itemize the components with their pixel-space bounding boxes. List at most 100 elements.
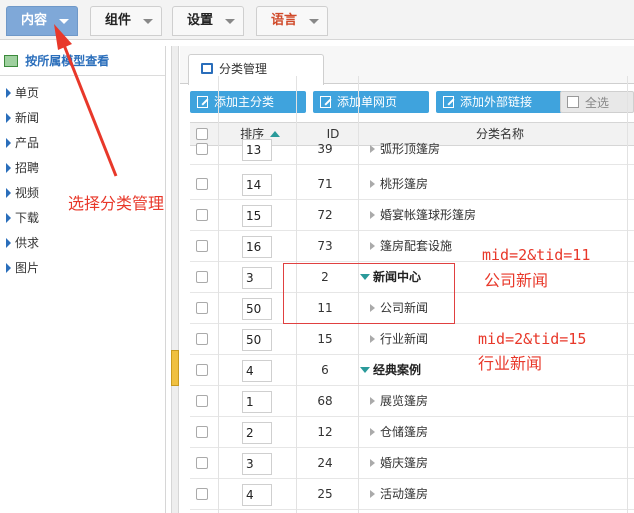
table-row[interactable]: 15 72 婚宴帐篷球形篷房 [190,200,634,231]
order-input[interactable]: 13 [242,139,272,161]
category-name-cell[interactable]: 活动篷房 [370,479,428,509]
category-name: 展览篷房 [380,394,429,408]
chevron-down-icon [309,19,319,24]
panel-splitter[interactable] [171,46,179,513]
sidebar-item-label: 下载 [15,211,40,225]
nav-tab-components[interactable]: 组件 [90,6,162,36]
row-checkbox[interactable] [196,457,208,469]
row-checkbox[interactable] [196,364,208,376]
sidebar-item-download[interactable]: 下载 [6,209,39,227]
sidebar-header[interactable]: 按所属模型查看 [0,46,165,76]
sidebar: 按所属模型查看 单页 新闻 产品 招聘 视频 下载 供求 图片 [0,46,166,513]
column-divider [218,76,219,513]
splitter-handle[interactable] [171,350,179,386]
category-name: 活动篷房 [380,487,429,501]
order-input[interactable]: 14 [242,174,272,196]
row-checkbox[interactable] [196,395,208,407]
checkbox-icon [567,96,579,108]
select-all-button[interactable]: 全选 [560,91,634,113]
order-input[interactable]: 16 [242,236,272,258]
tree-icon [4,54,18,67]
order-input[interactable]: 4 [242,360,272,382]
sidebar-item-jobs[interactable]: 招聘 [6,159,39,177]
row-checkbox[interactable] [196,209,208,221]
chevron-down-icon [225,19,235,24]
category-name-cell[interactable]: 婚庆篷房 [370,448,428,478]
table-row[interactable]: 4 6 经典案例 [190,355,634,386]
category-name-cell[interactable]: 桃形篷房 [370,169,428,199]
table-row[interactable]: 2 12 仓储篷房 [190,417,634,448]
table-row[interactable]: 4 25 活动篷房 [190,479,634,510]
triangle-right-icon [370,145,375,153]
row-checkbox[interactable] [196,271,208,283]
category-name-cell[interactable]: 篷房配套设施 [370,231,452,261]
row-checkbox[interactable] [196,178,208,190]
id-cell: 73 [317,239,333,253]
category-name-cell[interactable]: 弧形顶篷房 [370,134,440,164]
category-name-cell[interactable]: 婚宴帐篷球形篷房 [370,200,476,230]
order-input[interactable]: 4 [242,484,272,506]
edit-icon [443,96,454,108]
table-row[interactable]: 1 68 展览篷房 [190,386,634,417]
tab-strip: 分类管理 [180,46,634,85]
nav-tab-language[interactable]: 语言 [256,6,328,36]
triangle-right-icon [370,211,375,219]
table-row[interactable]: 3 24 婚庆篷房 [190,448,634,479]
sidebar-item-supply[interactable]: 供求 [6,234,39,252]
nav-tab-label: 设置 [187,13,214,28]
category-name-cell[interactable]: 展览篷房 [370,386,428,416]
row-checkbox[interactable] [196,240,208,252]
order-input[interactable]: 50 [242,329,272,351]
button-label: 全选 [585,96,610,110]
top-nav-bar: 内容 组件 设置 语言 [0,0,634,40]
annotation-code-2: mid=2&tid=15 [478,330,587,348]
nav-tab-settings[interactable]: 设置 [172,6,244,36]
category-name: 婚宴帐篷球形篷房 [380,208,477,222]
order-input[interactable]: 15 [242,205,272,227]
category-name-cell[interactable]: 行业新闻 [370,324,428,354]
row-checkbox[interactable] [196,302,208,314]
tab-category-management[interactable]: 分类管理 [188,54,324,85]
sidebar-item-video[interactable]: 视频 [6,184,39,202]
sidebar-item-label: 图片 [15,261,40,275]
triangle-right-icon [370,459,375,467]
id-cell: 39 [317,142,333,156]
sidebar-item-products[interactable]: 产品 [6,134,39,152]
triangle-right-icon [370,397,375,405]
order-input[interactable]: 1 [242,391,272,413]
order-input[interactable]: 3 [242,267,272,289]
table-row[interactable]: 14 71 桃形篷房 [190,169,634,200]
add-external-link-button[interactable]: 添加外部链接 [436,91,562,113]
order-input[interactable]: 50 [242,298,272,320]
sidebar-item-label: 新闻 [15,111,40,125]
column-divider [627,76,628,513]
row-checkbox[interactable] [196,426,208,438]
id-cell: 12 [317,425,333,439]
category-name-cell[interactable]: 经典案例 [360,355,421,385]
nav-tab-content[interactable]: 内容 [6,6,78,36]
sidebar-item-images[interactable]: 图片 [6,259,39,277]
annotation-code-1: mid=2&tid=11 [482,246,591,264]
id-cell: 24 [317,456,333,470]
category-name-cell[interactable]: 仓储篷房 [370,417,428,447]
triangle-right-icon [6,213,11,223]
table-row[interactable]: 13 39 弧形顶篷房 [190,134,634,165]
sidebar-item-single-page[interactable]: 单页 [6,84,39,102]
order-input[interactable]: 3 [242,453,272,475]
row-checkbox[interactable] [196,333,208,345]
chevron-down-icon [59,19,69,24]
add-single-page-button[interactable]: 添加单网页 [313,91,429,113]
sidebar-item-news[interactable]: 新闻 [6,109,39,127]
annotation-text-2: 行业新闻 [478,354,543,373]
add-main-category-button[interactable]: 添加主分类 [190,91,306,113]
category-name: 经典案例 [373,363,422,377]
row-checkbox[interactable] [196,488,208,500]
category-name: 仓储篷房 [380,425,429,439]
row-checkbox[interactable] [196,143,208,155]
category-name: 婚庆篷房 [380,456,429,470]
category-name: 篷房配套设施 [380,239,453,253]
triangle-right-icon [6,88,11,98]
id-cell: 68 [317,394,333,408]
order-input[interactable]: 2 [242,422,272,444]
triangle-right-icon [6,113,11,123]
